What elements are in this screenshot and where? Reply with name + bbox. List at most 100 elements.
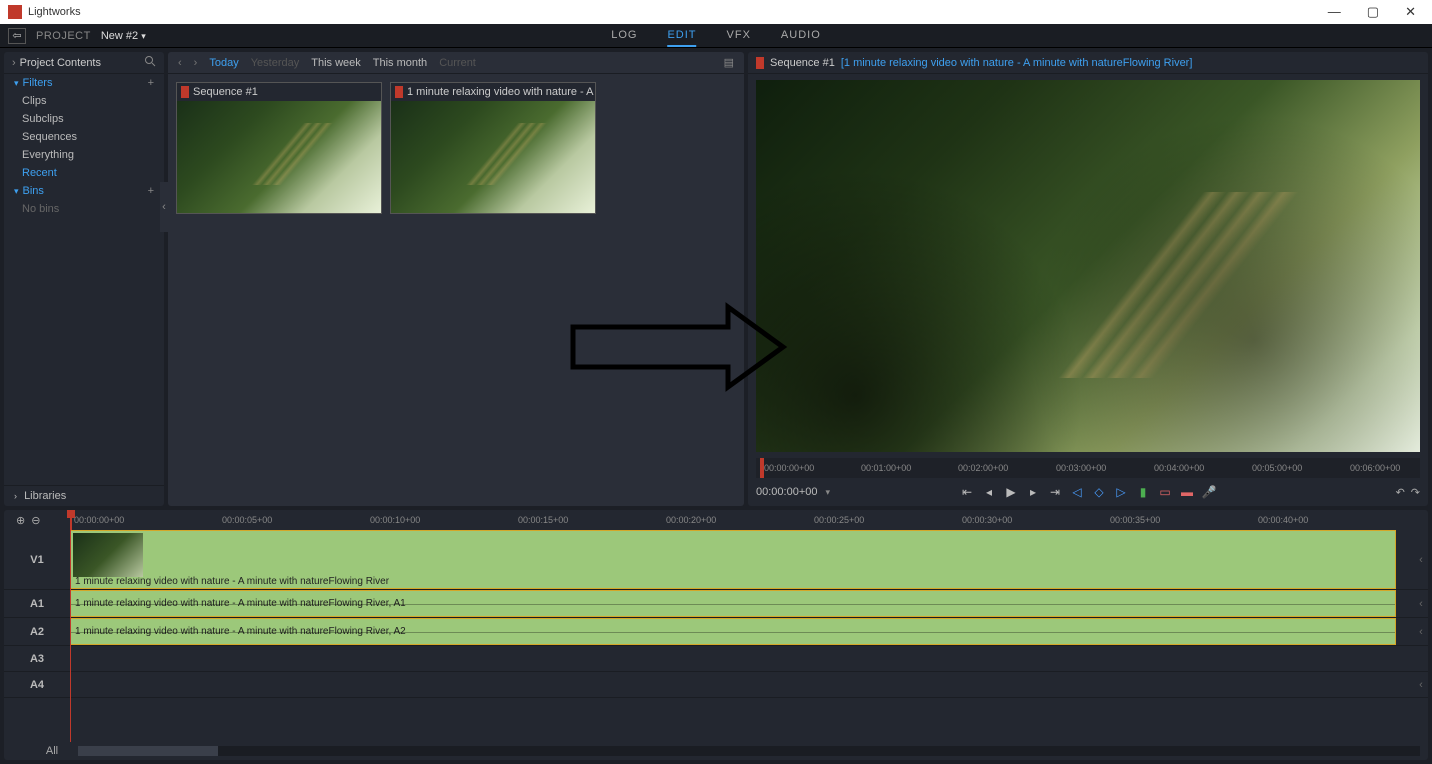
track-a3[interactable]: A3 [4, 646, 1428, 672]
viewer-clip-title: [1 minute relaxing video with nature - A… [841, 57, 1193, 69]
chevron-down-icon[interactable]: ▾ [825, 487, 830, 498]
window-close-button[interactable]: ✕ [1405, 4, 1416, 20]
collapse-sidebar-button[interactable]: ‹ [160, 182, 168, 232]
add-filter-button[interactable]: + [148, 77, 154, 89]
filter-yesterday[interactable]: Yesterday [251, 57, 300, 69]
tab-vfx[interactable]: VFX [727, 25, 751, 47]
track-label[interactable]: V1 [4, 530, 70, 589]
timeline-scrollbar[interactable] [78, 746, 1420, 756]
ruler-tick: 00:05:00+00 [1252, 463, 1302, 473]
timecode-display[interactable]: 00:00:00+00 [756, 486, 817, 498]
filter-this-month[interactable]: This month [373, 57, 427, 69]
preview-image[interactable] [756, 80, 1420, 452]
audio-clip[interactable]: 1 minute relaxing video with nature - A … [70, 618, 1396, 645]
go-start-button[interactable]: ⇤ [959, 484, 975, 500]
step-forward-button[interactable]: ▸ [1025, 484, 1041, 500]
expand-track-button[interactable]: ‹ [1414, 530, 1428, 589]
track-label[interactable]: A1 [4, 590, 70, 617]
track-label[interactable]: A2 [4, 618, 70, 645]
libraries-section[interactable]: › Libraries [4, 485, 164, 506]
preview-viewer: Sequence #1 [1 minute relaxing video wit… [748, 52, 1428, 506]
sidebar-item-recent[interactable]: Recent [4, 164, 164, 182]
add-bin-button[interactable]: + [148, 185, 154, 197]
clip-name: 1 minute relaxing video with nature - A … [75, 598, 406, 609]
track-a1[interactable]: A1 1 minute relaxing video with nature -… [4, 590, 1428, 618]
delete-button[interactable]: ▬ [1179, 484, 1195, 500]
filters-group[interactable]: ▾ Filters + [4, 74, 164, 92]
track-label[interactable]: A3 [4, 646, 70, 671]
chevron-right-icon[interactable]: › [12, 57, 16, 69]
app-title: Lightworks [28, 6, 81, 18]
timeline-ruler[interactable]: ⊕ ⊖ 00:00:00+00 00:00:05+00 00:00:10+00 … [4, 510, 1428, 530]
tab-edit[interactable]: EDIT [667, 25, 696, 47]
nav-next-button[interactable]: › [194, 57, 198, 69]
sidebar-header: › Project Contents [4, 52, 164, 74]
timeline-playhead[interactable] [70, 510, 72, 530]
expand-track-button[interactable]: ‹ [1414, 672, 1428, 697]
filter-this-week[interactable]: This week [311, 57, 361, 69]
ruler-tick: 00:00:40+00 [1258, 515, 1308, 525]
ruler-tick: 00:00:05+00 [222, 515, 272, 525]
bookmark-icon [395, 86, 403, 98]
thumb-label: Sequence #1 [193, 86, 258, 98]
mark-out-button[interactable]: ▷ [1113, 484, 1129, 500]
go-end-button[interactable]: ⇥ [1047, 484, 1063, 500]
remove-button[interactable]: ▭ [1157, 484, 1173, 500]
viewer-sequence-name: Sequence #1 [770, 57, 835, 69]
clip-name: 1 minute relaxing video with nature - A … [75, 626, 406, 637]
project-name-dropdown[interactable]: New #2 ▾ [101, 30, 146, 42]
project-label: PROJECT [36, 30, 91, 42]
filter-current[interactable]: Current [439, 57, 476, 69]
window-maximize-button[interactable]: ▢ [1367, 4, 1379, 20]
mark-in-button[interactable]: ◁ [1069, 484, 1085, 500]
ruler-tick: 00:00:00+00 [74, 515, 124, 525]
redo-button[interactable]: ↷ [1411, 486, 1420, 499]
scrollbar-thumb[interactable] [78, 746, 218, 756]
ruler-tick: 00:04:00+00 [1154, 463, 1204, 473]
clip-thumbnail[interactable]: Sequence #1 [176, 82, 382, 214]
ruler-tick: 00:00:30+00 [962, 515, 1012, 525]
clip-name: 1 minute relaxing video with nature - A … [75, 576, 389, 587]
bins-group[interactable]: ▾ Bins + [4, 182, 164, 200]
sidebar-item-sequences[interactable]: Sequences [4, 128, 164, 146]
tab-audio[interactable]: AUDIO [781, 25, 821, 47]
timeline-panel: ⊕ ⊖ 00:00:00+00 00:00:05+00 00:00:10+00 … [4, 510, 1428, 760]
sidebar-item-nobins: No bins [4, 200, 164, 218]
chevron-down-icon: ▾ [14, 78, 19, 89]
window-minimize-button[interactable]: — [1328, 4, 1341, 20]
video-clip[interactable]: 1 minute relaxing video with nature - A … [70, 530, 1396, 589]
track-label[interactable]: A4 [4, 672, 70, 697]
undo-button[interactable]: ↶ [1396, 486, 1405, 499]
viewer-ruler[interactable]: 00:00:00+00 00:01:00+00 00:02:00+00 00:0… [756, 458, 1420, 478]
app-logo-icon [8, 5, 22, 19]
expand-track-button[interactable]: ‹ [1414, 618, 1428, 645]
add-marker-button[interactable]: ▮ [1135, 484, 1151, 500]
mark-clear-button[interactable]: ◇ [1091, 484, 1107, 500]
sidebar-item-clips[interactable]: Clips [4, 92, 164, 110]
track-a4[interactable]: A4 ‹ [4, 672, 1428, 698]
track-all-label[interactable]: All [34, 745, 70, 757]
step-back-button[interactable]: ◂ [981, 484, 997, 500]
track-v1[interactable]: V1 1 minute relaxing video with nature -… [4, 530, 1428, 590]
audio-clip[interactable]: 1 minute relaxing video with nature - A … [70, 590, 1396, 617]
project-menubar: ⇦ PROJECT New #2 ▾ LOG EDIT VFX AUDIO [0, 24, 1432, 48]
audio-mic-icon[interactable]: 🎤 [1201, 484, 1217, 500]
ruler-tick: 00:00:15+00 [518, 515, 568, 525]
thumb-image [177, 101, 381, 213]
clip-thumbnail[interactable]: 1 minute relaxing video with nature - A … [390, 82, 596, 214]
search-icon[interactable] [144, 55, 156, 70]
track-a2[interactable]: A2 1 minute relaxing video with nature -… [4, 618, 1428, 646]
tab-log[interactable]: LOG [611, 25, 637, 47]
clip-thumbnail-icon [73, 533, 143, 577]
thumb-image [391, 101, 595, 213]
zoom-in-button[interactable]: ⊕ [16, 514, 25, 527]
back-button[interactable]: ⇦ [8, 28, 26, 44]
sidebar-item-subclips[interactable]: Subclips [4, 110, 164, 128]
play-button[interactable]: ▶ [1003, 484, 1019, 500]
filter-today[interactable]: Today [209, 57, 238, 69]
zoom-out-button[interactable]: ⊖ [31, 514, 40, 527]
sidebar-item-everything[interactable]: Everything [4, 146, 164, 164]
expand-track-button[interactable]: ‹ [1414, 590, 1428, 617]
nav-prev-button[interactable]: ‹ [178, 57, 182, 69]
list-view-icon[interactable]: ▤ [724, 56, 734, 69]
